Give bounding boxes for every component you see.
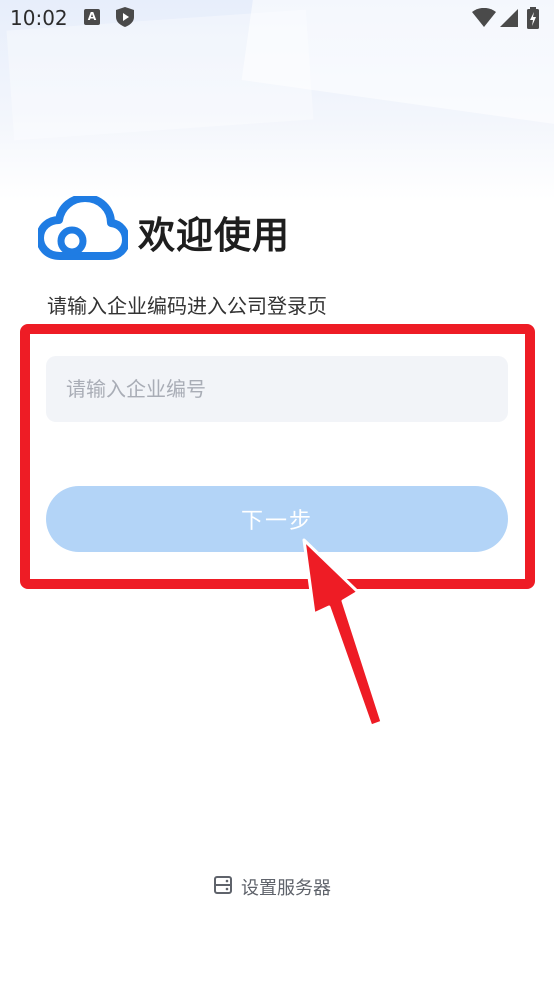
wifi-icon: [472, 7, 496, 31]
cloud-logo-icon: [36, 194, 130, 266]
status-time: 10:02: [10, 6, 68, 30]
next-button[interactable]: 下一步: [46, 486, 508, 552]
company-code-field[interactable]: [46, 356, 508, 422]
battery-charging-icon: [527, 7, 539, 33]
shield-play-icon: [116, 7, 134, 31]
status-bar: 10:02 A: [0, 0, 554, 38]
set-server-link[interactable]: 设置服务器: [214, 874, 331, 900]
signal-icon: [500, 9, 518, 31]
a-icon: A: [84, 9, 100, 25]
page-title: 欢迎使用: [138, 214, 290, 257]
server-icon: [214, 875, 232, 899]
set-server-label: 设置服务器: [241, 878, 331, 899]
page-subtitle: 请输入企业编码进入公司登录页: [47, 294, 327, 318]
company-code-input[interactable]: [46, 356, 508, 422]
